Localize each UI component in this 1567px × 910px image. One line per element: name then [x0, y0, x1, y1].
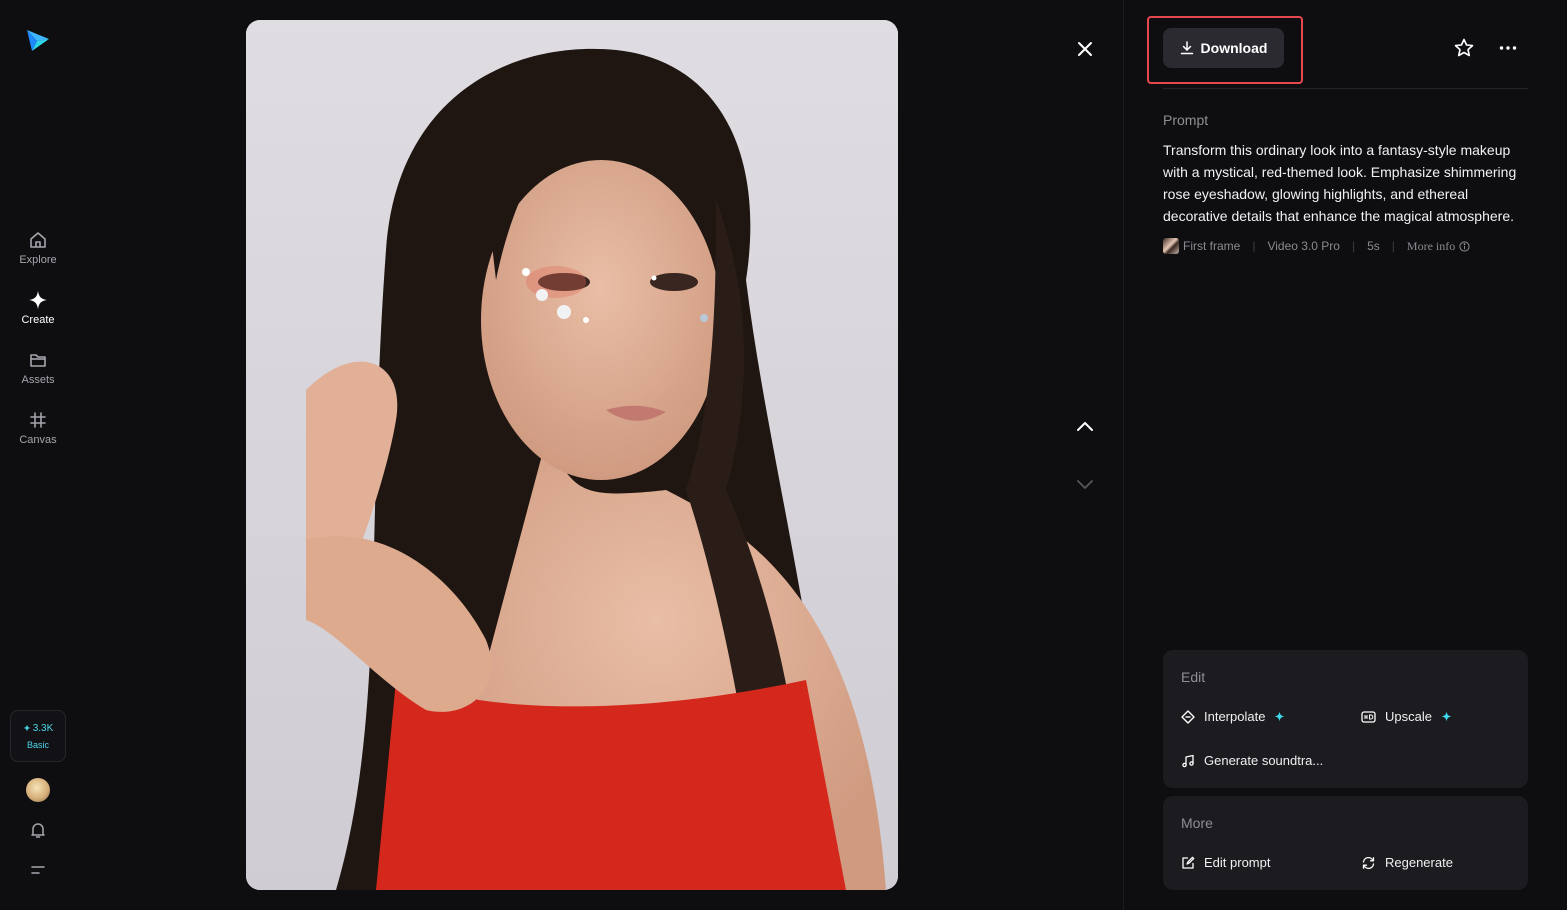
- sidebar-item-canvas[interactable]: Canvas: [8, 402, 68, 454]
- details-panel: Download Prompt Transform this ordinary …: [1124, 0, 1567, 910]
- music-note-icon: [1182, 754, 1194, 767]
- sidebar-item-label: Explore: [19, 254, 57, 266]
- sidebar-item-explore[interactable]: Explore: [8, 222, 68, 274]
- first-frame-label: First frame: [1183, 239, 1241, 253]
- more-info-label: More info: [1406, 238, 1456, 253]
- close-icon[interactable]: [1072, 36, 1098, 62]
- edit-card-title: Edit: [1181, 669, 1206, 685]
- model-label: Video 3.0 Pro: [1267, 239, 1340, 253]
- info-icon: [1459, 240, 1470, 252]
- avatar[interactable]: [26, 778, 50, 802]
- star-icon[interactable]: [1453, 37, 1475, 59]
- prompt-text: Transform this ordinary look into a fant…: [1163, 142, 1517, 224]
- menu-toggle-icon[interactable]: [29, 861, 47, 879]
- sidebar-item-create[interactable]: Create: [8, 282, 68, 334]
- regenerate-label: Regenerate: [1385, 855, 1453, 870]
- home-icon: [28, 230, 48, 250]
- edit-prompt-button[interactable]: Edit prompt: [1181, 855, 1270, 870]
- meta-separator: |: [1391, 239, 1395, 253]
- meta-separator: |: [1351, 239, 1356, 253]
- more-card: More Edit prompt Regenerate: [1163, 796, 1528, 890]
- edit-prompt-icon: [1182, 856, 1195, 869]
- sidebar-item-label: Canvas: [19, 434, 57, 446]
- more-info-link[interactable]: More info: [1407, 239, 1470, 254]
- left-sidebar: Explore Create Assets Canvas 3.3K Basic: [0, 0, 76, 910]
- interpolate-icon: [1181, 709, 1195, 724]
- hd-icon: [1361, 710, 1376, 723]
- first-frame-thumbnail[interactable]: [1163, 238, 1179, 254]
- interpolate-button[interactable]: Interpolate: [1181, 709, 1285, 724]
- credit-count: 3.3K: [23, 722, 54, 734]
- duration-label: 5s: [1367, 239, 1380, 253]
- prompt-heading: Prompt: [1163, 112, 1209, 128]
- paper-plane-logo-icon[interactable]: [24, 26, 52, 54]
- sidebar-item-assets[interactable]: Assets: [8, 342, 68, 394]
- more-options-icon[interactable]: [1497, 37, 1519, 59]
- chevron-up-icon[interactable]: [1072, 414, 1098, 440]
- interpolate-label: Interpolate: [1204, 709, 1266, 724]
- canvas-icon: [28, 410, 48, 430]
- portrait-image: [246, 20, 898, 890]
- credits-badge[interactable]: 3.3K Basic: [10, 710, 66, 762]
- folder-icon: [28, 350, 48, 370]
- credit-value: 3.3K: [32, 722, 54, 734]
- download-icon: [1180, 41, 1193, 55]
- generate-soundtrack-button[interactable]: Generate soundtra...: [1181, 753, 1323, 768]
- sparkle-icon: [1274, 711, 1285, 722]
- generate-soundtrack-label: Generate soundtra...: [1204, 753, 1324, 768]
- download-label: Download: [1200, 40, 1268, 56]
- upscale-label: Upscale: [1385, 709, 1432, 724]
- generated-media-preview: [246, 20, 898, 890]
- upscale-button[interactable]: Upscale: [1361, 709, 1452, 724]
- edit-card: Edit Interpolate Upscale Generate soundt…: [1163, 650, 1528, 788]
- download-button[interactable]: Download: [1163, 28, 1284, 68]
- app-root: Explore Create Assets Canvas 3.3K Basic …: [0, 0, 1567, 910]
- sidebar-item-label: Create: [21, 314, 55, 326]
- header-divider: [1163, 88, 1528, 89]
- edit-prompt-label: Edit prompt: [1204, 855, 1271, 870]
- sparkle-icon: [23, 724, 31, 732]
- bell-icon[interactable]: [29, 821, 47, 839]
- regenerate-button[interactable]: Regenerate: [1361, 855, 1453, 870]
- regenerate-icon: [1362, 856, 1375, 869]
- meta-separator: |: [1252, 239, 1256, 253]
- sparkle-icon: [1441, 711, 1452, 722]
- plan-label: Basic: [26, 739, 49, 750]
- chevron-down-icon[interactable]: [1072, 471, 1098, 497]
- generation-meta: First frame | Video 3.0 Pro | 5s | More …: [1163, 238, 1470, 254]
- more-card-title: More: [1181, 815, 1213, 831]
- sparkle-icon: [28, 290, 48, 310]
- sidebar-item-label: Assets: [21, 374, 55, 386]
